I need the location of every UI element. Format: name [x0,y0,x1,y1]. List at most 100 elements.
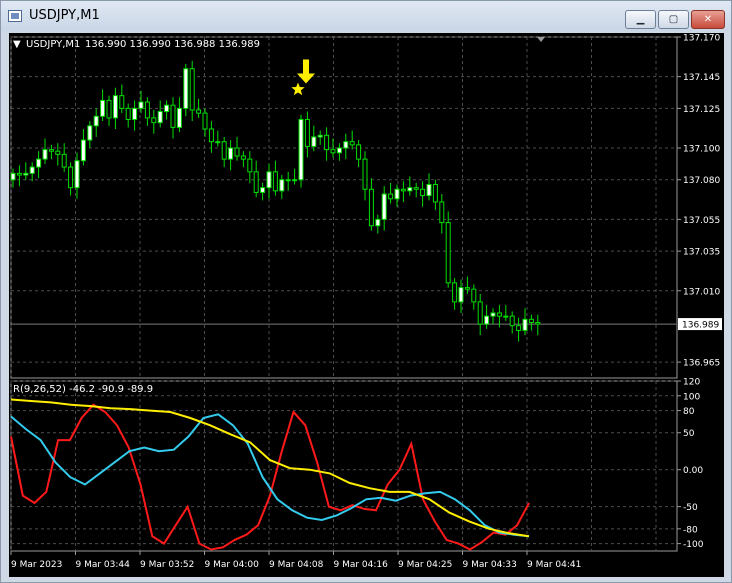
bull-candle [176,107,182,128]
bull-candle [484,315,490,325]
indicator-axis-label: -80 [683,525,698,535]
bull-candle [503,315,509,318]
bear-candle [106,99,112,119]
bear-candle [496,312,502,317]
bear-candle [324,134,330,151]
bear-candle [439,201,445,224]
current-price-label: 136.989 [682,321,719,331]
bull-candle [132,107,138,120]
bull-candle [292,179,298,182]
bear-candle [68,166,74,189]
bull-candle [36,158,42,168]
bear-candle [189,68,195,111]
bull-candle [458,287,464,303]
ohlc-readout: 136.990 136.990 136.988 136.989 [85,39,260,50]
chart-area[interactable]: 9 Mar 2023 9 Mar 03:44 9 Mar 03:52 9 Mar 04… [9,33,724,577]
chart-shift-marker[interactable] [537,37,545,42]
bull-candle [138,101,144,109]
maximize-icon: ▢ [668,14,679,25]
price-axis-label: 137.145 [683,73,720,83]
bear-candle [464,287,470,290]
bear-candle [272,171,278,192]
bull-candle [285,179,291,182]
price-axis-label: 137.125 [683,105,720,115]
indicator-axis-label: 100 [683,392,700,402]
bull-candle [407,187,413,192]
minimize-button[interactable]: ▁ [625,10,656,29]
minimize-icon: ▁ [636,14,645,25]
price-axis-label: 137.055 [683,216,720,226]
bear-candle [509,315,515,327]
bear-candle [516,325,522,331]
bear-candle [477,301,483,325]
price-panel-frame [10,36,678,379]
time-axis-label: 9 Mar 04:08 [269,560,324,570]
indicator-label: R(9,26,52) -46.2 -90.9 -89.9 [13,384,153,395]
bull-candle [183,68,189,109]
symbol-label: USDJPY,M1 [26,39,80,50]
bull-candle [394,188,400,200]
bear-candle [55,150,61,155]
bull-candle [311,136,317,147]
bear-candle [61,153,67,168]
bear-candle [528,318,534,323]
close-icon: ✕ [703,14,713,25]
price-axis-label: 137.010 [683,287,720,297]
bear-candle [202,112,208,130]
price-axis-label: 137.100 [683,145,720,155]
signal-star-icon [291,82,305,96]
buy-signal-arrow-icon [297,59,315,84]
price-axis-label: 136.965 [683,359,720,369]
bull-candle [343,141,349,149]
bear-candle [240,155,246,160]
close-button[interactable]: ✕ [691,10,725,29]
bull-candle [228,147,234,160]
bull-candle [93,115,99,127]
bear-candle [253,171,259,193]
bear-candle [356,144,362,160]
bear-candle [471,288,477,303]
bear-candle [304,118,310,147]
bear-candle [388,193,394,200]
indicator-axis-label: 120 [683,378,700,388]
indicator-axis-label: 0.00 [683,466,703,476]
bull-candle [74,160,80,189]
bull-candle [42,149,48,160]
maximize-button[interactable]: ▢ [658,10,689,29]
bull-candle [80,139,86,162]
price-axis-label: 137.170 [683,34,720,44]
bull-candle [490,312,496,317]
bull-candle [298,118,304,181]
bull-candle [10,172,16,181]
bull-candle [157,111,163,124]
bull-candle [215,141,221,144]
chart-window: USDJPY,M1 ▁ ▢ ✕ 9 Mar 2023 9 Mar 03:44 9 M… [0,0,732,583]
bull-candle [279,179,285,192]
symbol-dropdown-icon[interactable]: ▼ [13,39,21,50]
title-bar[interactable]: USDJPY,M1 ▁ ▢ ✕ [1,1,731,31]
window-title: USDJPY,M1 [29,8,100,23]
bull-candle [260,187,266,193]
bull-candle [426,184,432,197]
bull-candle [336,147,342,154]
bull-candle [266,171,272,189]
bear-candle [221,141,227,160]
price-chart[interactable]: 9 Mar 2023 9 Mar 03:44 9 Mar 03:52 9 Mar 04… [9,33,724,577]
time-axis-label: 9 Mar 04:33 [463,560,517,570]
bull-candle [100,99,106,117]
time-axis-label: 9 Mar 04:00 [205,560,260,570]
bear-candle [48,149,54,152]
bear-candle [16,172,22,176]
time-axis-label: 9 Mar 04:25 [398,560,452,570]
bear-candle [170,104,176,128]
bear-candle [247,158,253,173]
chart-app-icon [8,10,22,22]
bear-candle [196,109,202,114]
bear-candle [330,149,336,154]
indicator-axis-label: -100 [683,540,704,550]
bear-candle [125,107,131,120]
time-axis-label: 9 Mar 03:44 [76,560,131,570]
bull-candle [522,318,528,331]
bull-candle [381,193,387,220]
price-axis-label: 137.035 [683,248,720,258]
